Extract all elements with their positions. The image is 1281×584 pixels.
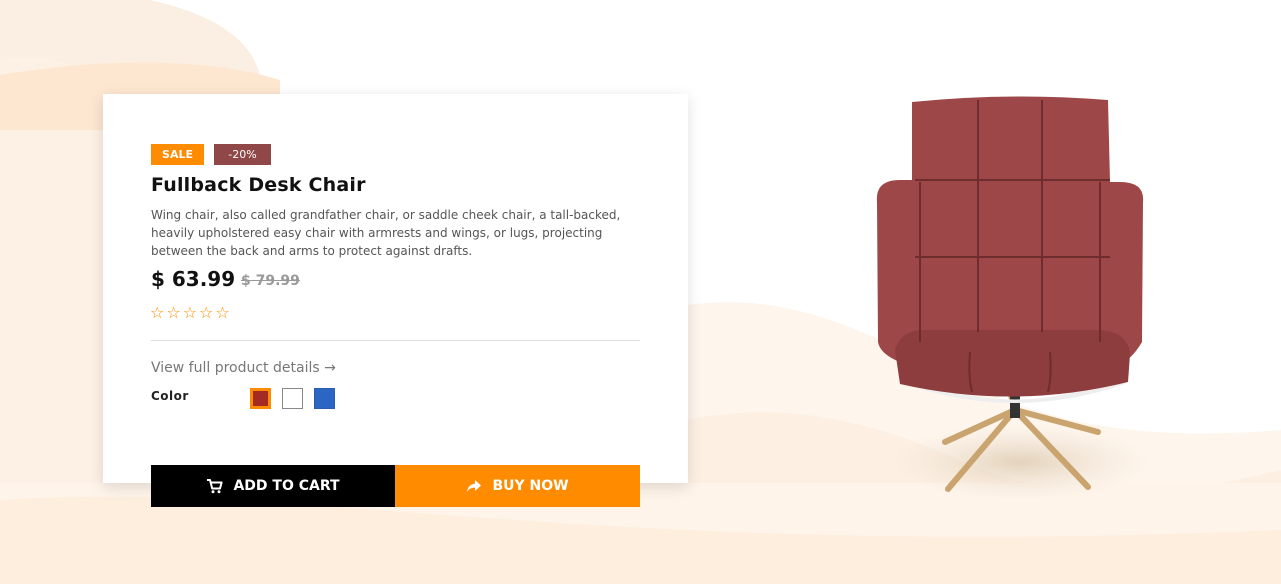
divider (151, 340, 640, 341)
product-card: SALE -20% Fullback Desk Chair Wing chair… (103, 94, 688, 483)
color-swatch-white[interactable] (282, 388, 303, 409)
action-buttons: ADD TO CART BUY NOW (151, 465, 640, 507)
rating-stars[interactable]: ☆☆☆☆☆ (150, 303, 232, 322)
product-title: Fullback Desk Chair (151, 174, 366, 196)
cart-icon (206, 478, 224, 494)
buy-now-button[interactable]: BUY NOW (395, 465, 640, 507)
buy-now-label: BUY NOW (492, 478, 569, 494)
sale-badge: SALE (151, 144, 204, 165)
add-to-cart-label: ADD TO CART (233, 478, 340, 494)
color-swatch-red[interactable] (250, 388, 271, 409)
share-arrow-icon (466, 479, 482, 493)
add-to-cart-button[interactable]: ADD TO CART (151, 465, 395, 507)
product-description: Wing chair, also called grandfather chai… (151, 208, 621, 258)
discount-badge: -20% (214, 144, 271, 165)
view-details-link[interactable]: View full product details → (151, 360, 336, 376)
original-price: $ 79.99 (241, 273, 300, 289)
chair-image (876, 96, 1150, 500)
color-label: Color (151, 389, 189, 403)
color-swatch-blue[interactable] (314, 388, 335, 409)
current-price: $ 63.99 (151, 267, 236, 291)
